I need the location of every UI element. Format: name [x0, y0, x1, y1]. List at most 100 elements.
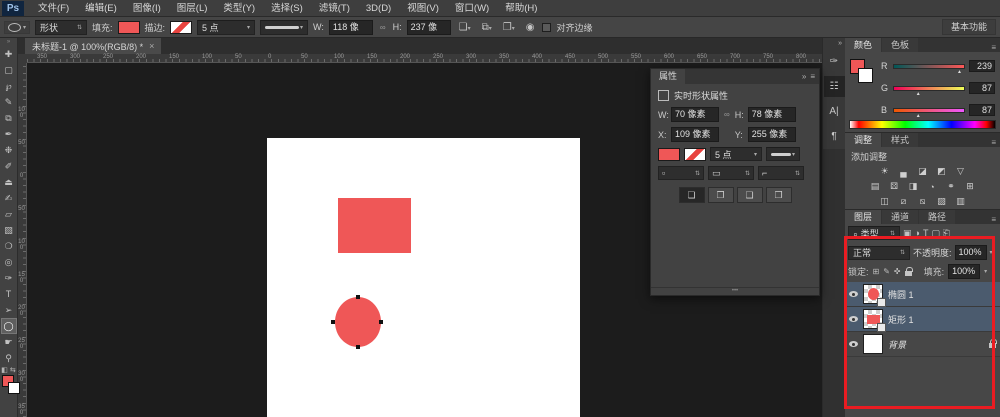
lock-position-icon[interactable]: ✜ — [894, 267, 901, 276]
prop-stroke-swatch[interactable] — [684, 147, 706, 161]
visibility-eye-icon[interactable] — [849, 341, 858, 347]
expand-panels-icon[interactable]: » — [835, 38, 845, 49]
properties-panel-header[interactable]: 属性 » ≡ — [651, 69, 819, 84]
move-tool[interactable]: ✚ — [1, 46, 17, 62]
photo-filter-icon[interactable]: ◔ — [926, 180, 939, 193]
gradient-map-icon[interactable]: ▥ — [954, 195, 967, 208]
panel-resize-handle[interactable]: ••• — [651, 287, 819, 295]
path-alignment-button[interactable]: ⧉▾ — [479, 22, 495, 33]
eraser-tool[interactable]: ▱ — [1, 206, 17, 222]
brush-tool[interactable]: ✐ — [1, 158, 17, 174]
fill-opacity-input[interactable]: 100% — [948, 264, 981, 279]
lasso-tool[interactable]: ℘ — [1, 78, 17, 94]
filter-smart-objects-icon[interactable]: ⎗ — [943, 228, 950, 239]
menu-item-3[interactable]: 图层(L) — [169, 0, 216, 17]
canvas[interactable] — [267, 138, 580, 417]
menu-item-7[interactable]: 3D(D) — [358, 0, 399, 17]
tab-styles[interactable]: 样式 — [882, 133, 919, 147]
anchor-point-right[interactable] — [379, 320, 383, 324]
tab-swatches[interactable]: 色板 — [882, 38, 919, 52]
hue-saturation-icon[interactable]: ▤ — [869, 180, 882, 193]
stroke-align-select[interactable]: ▫ ⇅ — [658, 166, 704, 180]
menu-item-4[interactable]: 类型(Y) — [215, 0, 263, 17]
layer-row-background[interactable]: 背景 — [845, 332, 1000, 357]
exposure-icon[interactable]: ◩ — [935, 165, 948, 178]
pathop-intersect-button[interactable]: ❑ — [736, 187, 763, 203]
visibility-eye-icon[interactable] — [849, 316, 858, 322]
panel-menu-icon[interactable]: ≡ — [991, 215, 1000, 224]
properties-tab[interactable]: 属性 — [651, 69, 686, 84]
background-color-swatch[interactable] — [7, 382, 20, 394]
g-value-field[interactable]: 87 — [969, 82, 995, 94]
paragraph-panel-icon[interactable]: ¶ — [824, 126, 845, 147]
document-tab[interactable]: 未标题-1 @ 100%(RGB/8) * × — [25, 38, 162, 54]
tab-layers[interactable]: 图层 — [845, 210, 882, 224]
history-brush-tool[interactable]: ✍ — [1, 190, 17, 206]
background-color-swatch[interactable] — [858, 68, 873, 83]
panel-menu-icon[interactable]: ≡ — [991, 43, 1000, 52]
blend-mode-select[interactable]: 正常 ⇅ — [848, 245, 910, 260]
menu-item-10[interactable]: 帮助(H) — [497, 0, 545, 17]
red-ellipse-shape[interactable] — [335, 297, 381, 347]
collapse-panel-icon[interactable]: » — [802, 72, 806, 81]
red-slider[interactable]: ▲ — [893, 63, 965, 75]
blur-tool[interactable]: ❍ — [1, 238, 17, 254]
slider-thumb-icon[interactable]: ▲ — [957, 69, 962, 75]
workspace-switcher-button[interactable]: 基本功能 — [941, 19, 996, 35]
levels-icon[interactable]: ▄ — [897, 165, 910, 178]
anchor-point-top[interactable] — [356, 295, 360, 299]
pathop-new-layer-button[interactable]: ❏ — [678, 187, 705, 203]
clone-stamp-tool[interactable]: ⏏ — [1, 174, 17, 190]
zoom-tool[interactable]: ⚲ — [1, 350, 17, 366]
r-value-field[interactable]: 239 — [969, 60, 995, 72]
layer-name[interactable]: 矩形 1 — [888, 313, 996, 326]
horizontal-ruler[interactable]: 350 300 250 200 150 100 50 0 50 100 150 200 250 300 35… — [27, 54, 822, 63]
stroke-width-select[interactable]: 5 点 ▾ — [197, 19, 256, 35]
healing-brush-tool[interactable]: ❉ — [1, 142, 17, 158]
anchor-point-bottom[interactable] — [356, 345, 360, 349]
ellipse-shape-tool[interactable]: ◯ — [0, 318, 17, 334]
pathop-subtract-button[interactable]: ❐ — [707, 187, 734, 203]
brightness-contrast-icon[interactable]: ☀ — [878, 165, 891, 178]
layer-row-rect1[interactable]: 矩形 1 — [845, 307, 1000, 332]
stroke-type-select[interactable]: ▾ — [260, 19, 309, 35]
brush-presets-panel-icon[interactable]: ✑ — [824, 51, 845, 72]
menu-item-5[interactable]: 选择(S) — [263, 0, 311, 17]
filter-adjustment-layers-icon[interactable]: ◑ — [915, 228, 920, 238]
layer-name[interactable]: 椭圆 1 — [888, 288, 996, 301]
tab-channels[interactable]: 通道 — [882, 210, 919, 224]
color-lookup-icon[interactable]: ⊞ — [964, 180, 977, 193]
pathop-exclude-button[interactable]: ❒ — [765, 187, 792, 203]
anchor-point-left[interactable] — [331, 320, 335, 324]
crop-tool[interactable]: ⧉ — [1, 110, 17, 126]
align-edges-checkbox[interactable] — [542, 22, 552, 32]
green-slider[interactable]: ▲ — [893, 85, 965, 97]
menu-item-9[interactable]: 窗口(W) — [447, 0, 497, 17]
stroke-color-swatch[interactable] — [170, 20, 193, 34]
lock-all-icon[interactable] — [904, 266, 913, 276]
menu-item-2[interactable]: 图像(I) — [125, 0, 169, 17]
layer-thumbnail[interactable] — [863, 284, 886, 307]
tab-color[interactable]: 颜色 — [845, 38, 882, 52]
filter-pixel-layers-icon[interactable]: ▣ — [903, 228, 912, 239]
channel-mixer-icon[interactable]: ⚭ — [945, 180, 958, 193]
panel-menu-icon[interactable]: ≡ — [991, 138, 1000, 147]
red-rectangle-shape[interactable] — [338, 198, 411, 253]
vertical-ruler[interactable]: 10050050100150200250300350400 — [18, 63, 27, 417]
stroke-corners-select[interactable]: ⌐ ⇅ — [758, 166, 804, 180]
shape-height-input[interactable]: 237 像 — [406, 19, 451, 35]
close-tab-icon[interactable]: × — [149, 41, 154, 51]
menu-item-1[interactable]: 编辑(E) — [77, 0, 125, 17]
pen-tool[interactable]: ✑ — [1, 270, 17, 286]
path-operations-button[interactable]: ❏▾ — [456, 22, 474, 33]
selective-color-icon[interactable]: ▨ — [935, 195, 948, 208]
layer-thumbnail[interactable] — [863, 334, 883, 354]
menu-item-6[interactable]: 滤镜(T) — [311, 0, 358, 17]
tab-adjustments[interactable]: 调整 — [845, 133, 882, 147]
prop-y-input[interactable]: 255 像素 — [747, 127, 796, 142]
menu-item-0[interactable]: 文件(F) — [30, 0, 77, 17]
black-white-icon[interactable]: ◨ — [907, 180, 920, 193]
toolbar-grip[interactable]: » — [7, 38, 10, 46]
eyedropper-tool[interactable]: ✒ — [1, 126, 17, 142]
layer-row-ellipse1[interactable]: 椭圆 1 — [845, 282, 1000, 307]
